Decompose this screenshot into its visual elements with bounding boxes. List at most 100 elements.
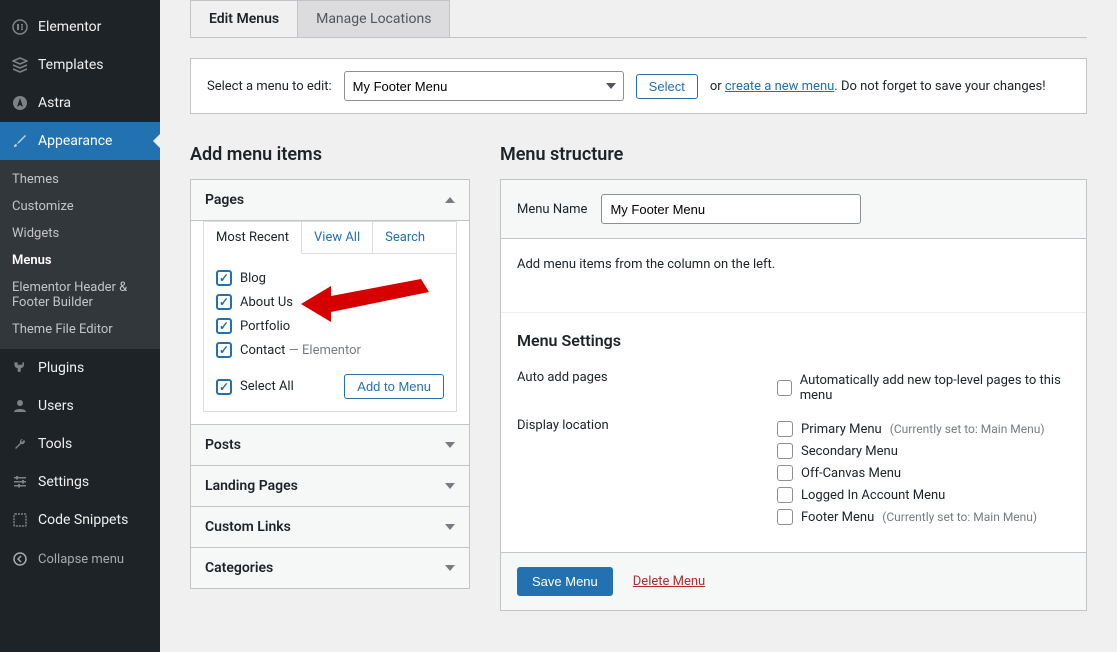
pages-tab-recent[interactable]: Most Recent <box>204 222 302 254</box>
main-content: Edit Menus Manage Locations Select a men… <box>160 0 1117 652</box>
menu-editor-tabs: Edit Menus Manage Locations <box>190 0 1087 38</box>
submenu-header-footer[interactable]: Elementor Header & Footer Builder <box>0 274 160 316</box>
submenu-menus[interactable]: Menus <box>0 247 160 274</box>
add-to-menu-button[interactable]: Add to Menu <box>344 374 444 399</box>
submenu-customize[interactable]: Customize <box>0 193 160 220</box>
plug-icon <box>10 358 30 378</box>
checkbox[interactable] <box>216 294 232 310</box>
select-menu-prompt: Select a menu to edit: <box>207 79 332 94</box>
collapse-menu[interactable]: Collapse menu <box>0 539 160 579</box>
menu-name-input[interactable] <box>601 194 861 224</box>
location-option[interactable]: Footer Menu (Currently set to: Main Menu… <box>777 506 1070 528</box>
location-label: Secondary Menu <box>801 444 898 459</box>
display-location-label: Display location <box>517 418 777 528</box>
accordion-posts-header[interactable]: Posts <box>191 425 469 466</box>
delete-menu-link[interactable]: Delete Menu <box>633 574 705 589</box>
checkbox[interactable] <box>777 443 793 459</box>
collapse-icon <box>10 549 30 569</box>
page-item[interactable]: Contact — Elementor <box>216 338 444 362</box>
sidebar-item-label: Users <box>38 398 74 414</box>
page-item-label: Contact — Elementor <box>240 343 361 358</box>
accordion-title: Landing Pages <box>205 478 298 494</box>
menu-settings-heading: Menu Settings <box>517 331 1070 350</box>
tab-edit-menus[interactable]: Edit Menus <box>190 0 298 37</box>
pages-tabs: Most Recent View All Search <box>203 221 457 254</box>
elementor-icon <box>10 17 30 37</box>
checkbox[interactable] <box>777 465 793 481</box>
menu-structure-heading: Menu structure <box>500 144 1087 165</box>
checkbox[interactable] <box>777 509 793 525</box>
location-label: Logged In Account Menu <box>801 488 945 503</box>
sidebar-item-astra[interactable]: Astra <box>0 84 160 122</box>
sliders-icon <box>10 472 30 492</box>
submenu-themes[interactable]: Themes <box>0 166 160 193</box>
page-item[interactable]: About Us <box>216 290 444 314</box>
sidebar-item-label: Tools <box>38 436 72 452</box>
pages-tab-search[interactable]: Search <box>373 222 437 253</box>
auto-add-option[interactable]: Automatically add new top-level pages to… <box>777 370 1070 406</box>
sidebar-item-label: Plugins <box>38 360 84 376</box>
location-option[interactable]: Secondary Menu <box>777 440 1070 462</box>
appearance-submenu: Themes Customize Widgets Menus Elementor… <box>0 160 160 349</box>
menu-name-row: Menu Name <box>501 180 1086 239</box>
save-menu-button[interactable]: Save Menu <box>517 567 613 596</box>
sidebar-item-label: Appearance <box>38 133 112 149</box>
accordion-categories-header[interactable]: Categories <box>191 548 469 588</box>
brush-icon <box>10 131 30 151</box>
location-hint: (Currently set to: Main Menu) <box>882 510 1037 524</box>
sidebar-item-label: Settings <box>38 474 89 490</box>
pages-tab-all[interactable]: View All <box>302 222 373 253</box>
menu-sources-accordion: Pages Most Recent View All Search Bl <box>190 179 470 589</box>
menu-structure-panel: Menu Name Add menu items from the column… <box>500 179 1087 611</box>
page-item[interactable]: Blog <box>216 266 444 290</box>
checkbox[interactable] <box>777 487 793 503</box>
sidebar-item-templates[interactable]: Templates <box>0 46 160 84</box>
caret-down-icon <box>445 524 455 530</box>
caret-down-icon <box>445 565 455 571</box>
sidebar-item-elementor[interactable]: Elementor <box>0 8 160 46</box>
code-icon <box>10 510 30 530</box>
add-menu-items-column: Add menu items Pages Most Recent View Al… <box>190 144 470 589</box>
page-item[interactable]: Portfolio <box>216 314 444 338</box>
select-menu-button[interactable]: Select <box>636 74 698 99</box>
sidebar-item-settings[interactable]: Settings <box>0 463 160 501</box>
sidebar-item-users[interactable]: Users <box>0 387 160 425</box>
tab-manage-locations[interactable]: Manage Locations <box>297 0 450 37</box>
location-option[interactable]: Logged In Account Menu <box>777 484 1070 506</box>
accordion-landing-pages-header[interactable]: Landing Pages <box>191 466 469 507</box>
sidebar-item-label: Code Snippets <box>38 512 128 528</box>
sidebar-item-plugins[interactable]: Plugins <box>0 349 160 387</box>
users-icon <box>10 396 30 416</box>
submenu-widgets[interactable]: Widgets <box>0 220 160 247</box>
accordion-pages-body: Most Recent View All Search Blog Ab <box>191 221 469 425</box>
sidebar-item-tools[interactable]: Tools <box>0 425 160 463</box>
auto-add-text: Automatically add new top-level pages to… <box>800 373 1070 403</box>
sidebar-item-code-snippets[interactable]: Code Snippets <box>0 501 160 539</box>
location-option[interactable]: Off-Canvas Menu <box>777 462 1070 484</box>
menu-settings: Menu Settings Auto add pages Automatical… <box>501 313 1086 552</box>
location-option[interactable]: Primary Menu (Currently set to: Main Men… <box>777 418 1070 440</box>
accordion-pages-title: Pages <box>205 192 244 208</box>
accordion-custom-links-header[interactable]: Custom Links <box>191 507 469 548</box>
checkbox[interactable] <box>216 270 232 286</box>
location-label: Primary Menu <box>801 422 882 437</box>
checkbox[interactable] <box>216 379 232 395</box>
checkbox[interactable] <box>777 380 792 396</box>
accordion-pages-header[interactable]: Pages <box>191 180 469 221</box>
menu-structure-column: Menu structure Menu Name Add menu items … <box>500 144 1087 611</box>
menu-instruction: Add menu items from the column on the le… <box>501 239 1086 313</box>
submenu-theme-file-editor[interactable]: Theme File Editor <box>0 316 160 343</box>
sidebar-item-appearance[interactable]: Appearance <box>0 122 160 160</box>
checkbox[interactable] <box>216 342 232 358</box>
collapse-label: Collapse menu <box>38 552 124 567</box>
caret-down-icon <box>445 483 455 489</box>
select-all-pages[interactable]: Select All <box>216 375 294 399</box>
checkbox[interactable] <box>216 318 232 334</box>
location-hint: (Currently set to: Main Menu) <box>890 422 1045 436</box>
checkbox[interactable] <box>777 421 793 437</box>
create-menu-link[interactable]: create a new menu <box>725 79 834 94</box>
accordion-title: Posts <box>205 437 241 453</box>
menu-name-label: Menu Name <box>517 202 587 217</box>
menu-select-dropdown[interactable]: My Footer Menu <box>344 71 624 101</box>
menu-footer: Save Menu Delete Menu <box>501 552 1086 610</box>
